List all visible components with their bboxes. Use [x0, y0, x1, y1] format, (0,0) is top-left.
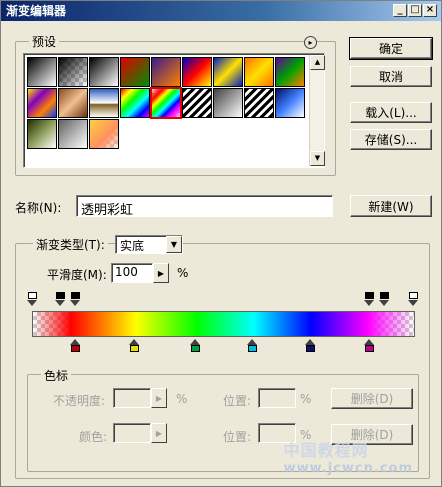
- opacity-slider-arrow-icon[interactable]: ▶: [151, 388, 167, 408]
- opacity-stops-track[interactable]: [26, 292, 419, 308]
- opacity-input[interactable]: [113, 388, 151, 408]
- presets-list[interactable]: ▲ ▼: [23, 53, 325, 168]
- opacity-stop[interactable]: [70, 292, 81, 306]
- gradient-bar[interactable]: [32, 311, 415, 337]
- opacity-stop[interactable]: [363, 292, 375, 306]
- preset-swatch-green-white[interactable]: [27, 119, 57, 149]
- preset-swatch-foreground-to-transparent[interactable]: [58, 57, 88, 87]
- presets-menu-icon[interactable]: ▸: [304, 36, 317, 49]
- preset-swatch-spectrum[interactable]: [120, 88, 150, 118]
- gradient-type-select[interactable]: 实底 ▼: [115, 235, 183, 254]
- preset-swatch-chrome[interactable]: [89, 88, 119, 118]
- presets-scrollbar[interactable]: ▲ ▼: [309, 55, 325, 166]
- cancel-button[interactable]: 取消: [350, 66, 432, 87]
- chevron-down-icon[interactable]: ▼: [166, 236, 182, 253]
- color-stop[interactable]: [70, 339, 81, 353]
- gradient-editor-window: 渐变编辑器 _ □ × 预设 ▸ ▲ ▼ 确定 取消 载入(L)... 存储(S…: [0, 0, 442, 487]
- color-stop[interactable]: [190, 339, 201, 353]
- preset-swatch-yellow-violet-orange-blue[interactable]: [27, 88, 57, 118]
- opacity-label: 不透明度:: [53, 394, 106, 408]
- opacity-stop[interactable]: [26, 292, 38, 306]
- preset-swatch-orange-transparent[interactable]: [89, 119, 119, 149]
- watermark-line2: www.jcwcn.com: [283, 461, 413, 476]
- window-title: 渐变编辑器: [6, 4, 67, 18]
- preset-swatch-copper[interactable]: [58, 88, 88, 118]
- preset-swatch-gray-white[interactable]: [58, 119, 88, 149]
- preset-swatch-blue-red-yellow[interactable]: [182, 57, 212, 87]
- preset-swatch-violet-orange[interactable]: [151, 57, 181, 87]
- color-location-label: 位置:: [223, 430, 252, 444]
- name-input[interactable]: 透明彩虹: [76, 195, 333, 218]
- color-arrow-icon[interactable]: ▶: [151, 423, 167, 443]
- opacity-location-unit: %: [300, 392, 312, 406]
- preset-swatch-blue-yellow-blue[interactable]: [213, 57, 243, 87]
- gradient-type-value: 实底: [120, 239, 145, 253]
- title-bar[interactable]: 渐变编辑器 _ □ ×: [1, 1, 441, 21]
- scroll-down-icon[interactable]: ▼: [310, 151, 325, 166]
- smoothness-unit: %: [177, 266, 189, 280]
- new-button[interactable]: 新建(W): [350, 195, 432, 217]
- color-swatch-input[interactable]: [113, 423, 151, 443]
- color-label: 颜色:: [79, 430, 108, 444]
- close-button[interactable]: ×: [423, 4, 437, 17]
- smoothness-input[interactable]: 100: [111, 263, 153, 283]
- minimize-button[interactable]: _: [393, 4, 407, 17]
- color-stop[interactable]: [304, 339, 316, 353]
- opacity-unit: %: [176, 392, 188, 406]
- preset-swatch-black-white-2[interactable]: [213, 88, 243, 118]
- preset-swatch-violet-green-orange[interactable]: [275, 57, 305, 87]
- preset-swatch-red-green[interactable]: [120, 57, 150, 87]
- color-stops-track[interactable]: [27, 339, 419, 355]
- color-stop[interactable]: [129, 339, 140, 353]
- smoothness-slider-arrow-icon[interactable]: ▶: [153, 263, 169, 283]
- load-button[interactable]: 载入(L)...: [350, 102, 432, 123]
- gradient-bar-fill: [33, 312, 414, 336]
- preset-swatch-stripes-2[interactable]: [244, 88, 274, 118]
- save-button[interactable]: 存储(S)...: [350, 129, 432, 150]
- presets-label: 预设: [29, 33, 60, 50]
- preset-swatch-orange-yellow-orange[interactable]: [244, 57, 274, 87]
- watermark: 中国教程网 www.jcwcn.com: [284, 437, 413, 476]
- preset-swatch-transparent-stripes[interactable]: [182, 88, 212, 118]
- preset-swatch-transparent-rainbow[interactable]: [150, 87, 182, 119]
- name-label: 名称(N):: [15, 201, 62, 215]
- watermark-line1: 中国教程网: [283, 441, 369, 460]
- delete-opacity-stop-button[interactable]: 删除(D): [331, 388, 413, 409]
- preset-swatch-black-white[interactable]: [89, 57, 119, 87]
- gradient-type-label: 渐变类型(T):: [33, 236, 108, 253]
- preset-swatch-foreground-to-background[interactable]: [27, 57, 57, 87]
- opacity-stop[interactable]: [407, 292, 419, 306]
- maximize-button[interactable]: □: [408, 4, 422, 17]
- opacity-location-input[interactable]: [258, 388, 296, 408]
- opacity-stop[interactable]: [378, 292, 390, 306]
- color-stop[interactable]: [363, 339, 375, 353]
- color-stop[interactable]: [247, 339, 258, 353]
- preset-swatch-blue-white[interactable]: [275, 88, 305, 118]
- smoothness-label: 平滑度(M):: [47, 268, 107, 282]
- ok-button[interactable]: 确定: [349, 37, 433, 60]
- scroll-up-icon[interactable]: ▲: [310, 55, 325, 70]
- stops-label: 色标: [41, 367, 72, 384]
- opacity-location-label: 位置:: [223, 394, 252, 408]
- opacity-stop[interactable]: [55, 292, 66, 306]
